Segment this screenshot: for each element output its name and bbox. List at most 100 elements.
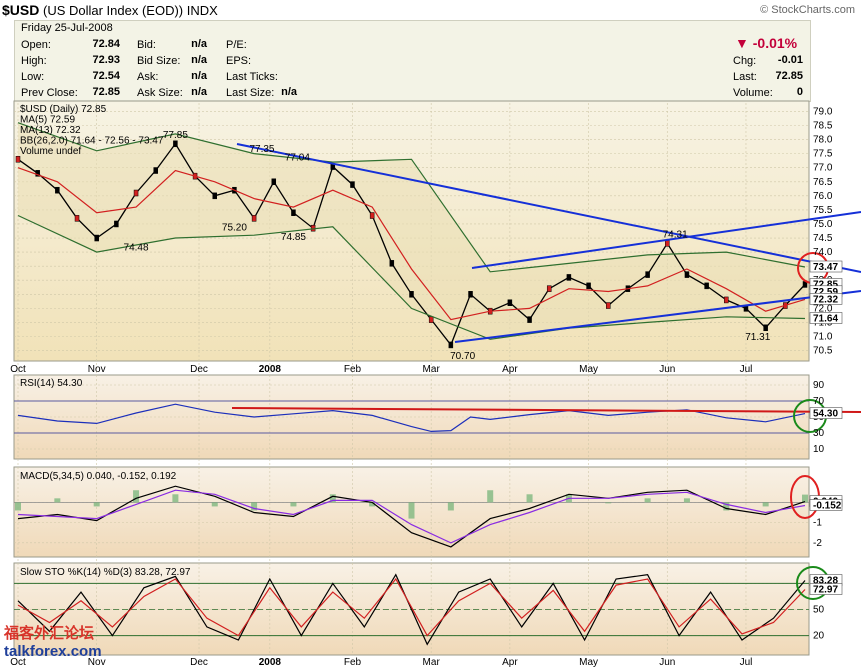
- y-tick-label: 90: [813, 380, 825, 391]
- x-tick-label-bottom: Apr: [502, 657, 518, 668]
- y-tick-label: 74.5: [813, 233, 833, 244]
- last-value-tag: -0.152: [809, 499, 843, 511]
- price-point: [527, 316, 532, 323]
- last-value-text: 54.30: [813, 409, 838, 420]
- price-point: [507, 299, 513, 306]
- macd-histogram-bar: [683, 498, 690, 503]
- x-tick-label: Dec: [190, 364, 208, 375]
- x-tick-label-bottom: Feb: [344, 657, 362, 668]
- price-point: [173, 140, 178, 148]
- y-tick-label: 70: [813, 396, 825, 407]
- price-point: [369, 212, 375, 219]
- last-value-tag: 71.64: [809, 312, 843, 324]
- price-point: [55, 186, 60, 194]
- price-point: [586, 282, 591, 290]
- legend-entry: $USD (Daily) 72.85: [20, 104, 107, 115]
- price-annotation: 74.48: [124, 243, 149, 254]
- price-point: [153, 167, 158, 174]
- price-point: [724, 296, 729, 304]
- x-tick-label-bottom: Jun: [659, 657, 675, 668]
- y-tick-label: 77.5: [813, 149, 833, 160]
- y-tick-label: -1: [813, 518, 822, 529]
- x-tick-label: Jul: [740, 364, 753, 375]
- x-tick-label: Jun: [659, 364, 675, 375]
- price-point: [271, 178, 277, 186]
- x-tick-label-bottom: 2008: [259, 657, 282, 668]
- last-value-tag: 72.32: [809, 293, 843, 305]
- macd-histogram-bar: [290, 502, 297, 507]
- y-tick-label: 74.0: [813, 247, 833, 258]
- price-point: [606, 302, 611, 309]
- price-point: [546, 285, 552, 292]
- price-point: [704, 282, 709, 290]
- last-value-text: -0.152: [813, 500, 842, 511]
- macd-histogram-bar: [93, 502, 100, 507]
- x-tick-label: May: [579, 364, 598, 375]
- x-tick-label-bottom: Dec: [190, 657, 208, 668]
- macd-histogram-bar: [408, 502, 415, 519]
- legend-entry: BB(26,2.0) 71.64 - 72.56 - 73.47: [20, 136, 164, 147]
- macd-histogram-bar: [762, 502, 769, 507]
- last-value-tag: 73.47: [809, 260, 843, 273]
- x-tick-label-bottom: Jul: [740, 657, 753, 668]
- chart-svg: 79.0 78.5 78.0 77.5 77.0 76.5 76.0 75.5 75.0 74.5…: [10, 100, 861, 668]
- macd-histogram-bar: [526, 494, 533, 503]
- macd-histogram-bar: [447, 502, 454, 511]
- macd-histogram-bar: [15, 502, 21, 511]
- y-tick-label: 78.0: [813, 135, 833, 146]
- y-tick-label: 50: [813, 605, 825, 616]
- price-point: [74, 215, 80, 222]
- last-value-text: 72.97: [813, 585, 838, 596]
- price-point: [428, 316, 434, 323]
- macd-histogram-bar: [487, 490, 494, 503]
- legend-entry: MA(5) 72.59: [20, 115, 75, 126]
- last-value-tag: 54.30: [809, 407, 843, 420]
- x-tick-label: Nov: [88, 364, 106, 375]
- price-point: [665, 240, 670, 247]
- macd-histogram-bar: [605, 502, 612, 504]
- legend-entry: MA(13) 72.32: [20, 125, 81, 136]
- y-tick-label: 71.0: [813, 331, 833, 342]
- price-point: [468, 291, 473, 298]
- price-point: [645, 271, 650, 278]
- price-annotation: 77.04: [285, 153, 310, 164]
- price-annotation: 70.70: [450, 351, 475, 362]
- macd-histogram-bar: [211, 502, 218, 507]
- macd-histogram-bar: [802, 494, 808, 503]
- price-point: [763, 324, 768, 332]
- last-value-text: 71.64: [813, 313, 838, 324]
- last-value-tag: 72.97: [809, 583, 843, 596]
- price-point: [114, 220, 119, 228]
- y-tick-label: 20: [813, 631, 825, 642]
- y-tick-label: -2: [813, 538, 822, 549]
- price-annotation: 74.31: [663, 229, 688, 240]
- y-tick-label: 77.0: [813, 163, 833, 174]
- price-point: [350, 181, 355, 188]
- price-point: [448, 341, 454, 349]
- price-point: [15, 156, 21, 163]
- legend-entry: RSI(14) 54.30: [20, 378, 83, 389]
- x-tick-label-bottom: Mar: [423, 657, 441, 668]
- last-value-text: 73.47: [813, 262, 838, 273]
- x-tick-label: Oct: [10, 364, 26, 375]
- y-tick-label: 70.5: [813, 346, 833, 357]
- x-tick-label-bottom: May: [579, 657, 598, 668]
- watermark-cn: 福客外汇论坛: [4, 624, 95, 642]
- x-tick-label: Feb: [344, 364, 362, 375]
- macd-histogram-bar: [54, 498, 61, 503]
- y-tick-label: 75.5: [813, 205, 833, 216]
- y-tick-label: 10: [813, 444, 825, 455]
- price-annotation: 77.35: [249, 144, 274, 155]
- price-annotation: 74.85: [281, 232, 306, 243]
- x-tick-label: Mar: [423, 364, 441, 375]
- macd-histogram-bar: [644, 498, 651, 503]
- watermark-en: talkforex.com: [4, 643, 102, 660]
- macd-histogram-bar: [172, 494, 179, 503]
- y-tick-label: 79.0: [813, 106, 833, 117]
- price-point: [94, 234, 99, 242]
- price-annotation: 71.31: [745, 332, 770, 343]
- y-tick-label: 76.0: [813, 191, 833, 202]
- macd-histogram-bar: [133, 490, 140, 503]
- y-tick-label: 75.0: [813, 219, 833, 230]
- price-point: [251, 215, 257, 222]
